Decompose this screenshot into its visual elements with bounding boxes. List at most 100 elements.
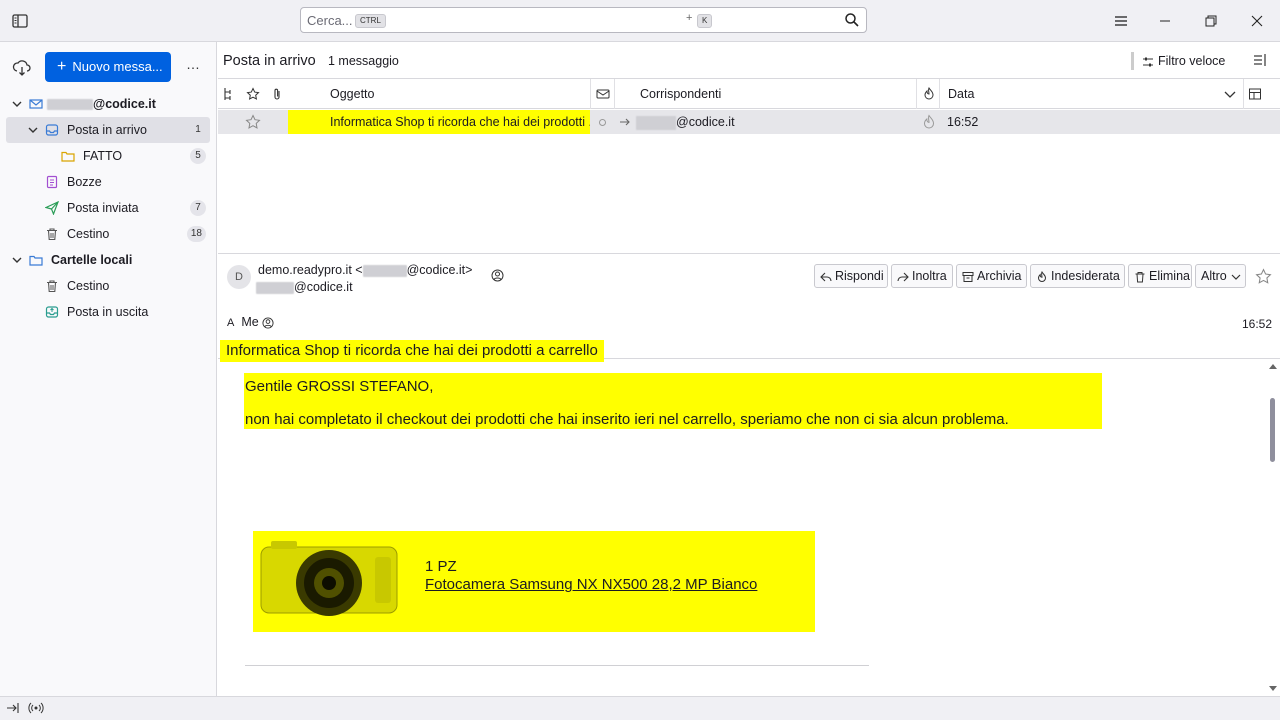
product-link[interactable]: Fotocamera Samsung NX NX500 28,2 MP Bian… [425,576,757,593]
get-messages-icon[interactable] [12,58,32,78]
folder-label: Cestino [67,227,110,241]
search-placeholder: Cerca... [307,13,353,28]
divider [245,665,869,666]
table-row[interactable]: Informatica Shop ti ricorda che hai dei … [218,110,1280,134]
junk-icon[interactable] [921,114,937,130]
local-folders-item[interactable]: Cartelle locali [6,247,210,273]
attachment-column-icon[interactable] [270,87,284,101]
column-picker-icon[interactable] [1248,87,1262,101]
delete-label: Elimina [1149,269,1190,283]
junk-button[interactable]: Indesiderata [1030,264,1125,288]
redacted-text [636,115,676,130]
reply-button[interactable]: Rispondi [814,264,888,288]
sent-icon [45,201,59,215]
arrow-right-icon [620,118,630,126]
plus-icon: + [57,58,67,75]
quick-filter-button[interactable]: Filtro veloce [1131,52,1225,70]
scroll-down-icon[interactable] [1268,685,1278,693]
from-field[interactable]: demo.readypro.it < @codice.it> [258,263,472,277]
collapse-pane-icon[interactable] [6,701,20,715]
address-book-icon[interactable] [491,269,504,282]
folder-label: Posta in arrivo [67,123,147,137]
archive-button[interactable]: Archivia [956,264,1027,288]
camera-image[interactable] [259,537,399,623]
greeting-block: Gentile GROSSI STEFANO, non hai completa… [244,373,1102,429]
redacted-text [362,264,407,277]
thread-column-icon[interactable] [222,87,236,101]
recipients-field[interactable]: A Me [227,315,274,329]
filter-icon [1143,57,1153,67]
folder-drafts[interactable]: Bozze [6,169,210,195]
read-status-dot[interactable] [599,119,606,126]
online-status-icon[interactable] [28,701,44,715]
main-pane: Posta in arrivo 1 messaggio Filtro veloc… [218,42,1280,696]
chevron-down-icon[interactable] [27,124,39,136]
scrollbar[interactable] [1266,360,1280,696]
folder-label: Cartelle locali [51,253,133,267]
folder-sent[interactable]: Posta inviata 7 [6,195,210,221]
junk-status-column-icon[interactable] [922,87,936,101]
shortcut-key-k: K [697,14,713,28]
folder-inbox[interactable]: Posta in arrivo 1 [6,117,210,143]
sidebar-toggle-icon[interactable] [10,11,30,31]
more-options-button[interactable]: … [186,56,202,76]
delete-button[interactable]: Elimina [1128,264,1192,288]
new-message-button[interactable]: + Nuovo messa... [45,52,171,82]
redacted-text [256,281,294,294]
forward-label: Inoltra [912,269,947,283]
message-date: 16:52 [1241,317,1272,331]
star-column-icon[interactable] [246,87,260,101]
hamburger-menu-icon[interactable] [1111,11,1131,31]
read-status-column-icon[interactable] [596,87,610,101]
close-icon[interactable] [1247,11,1267,31]
search-icon[interactable] [844,12,860,28]
date-column-header[interactable]: Data [939,79,1244,109]
scrollbar-thumb[interactable] [1270,398,1275,462]
forward-button[interactable]: Inoltra [891,264,953,288]
subject-column-header[interactable]: Oggetto [288,79,591,109]
drafts-icon [46,175,58,189]
status-bar [0,696,1280,720]
folder-label: Cestino [67,279,110,293]
account-item[interactable]: @codice.it [6,91,210,117]
restore-icon[interactable] [1201,11,1221,31]
thread-pane-header: Posta in arrivo 1 messaggio Filtro veloc… [218,42,1280,79]
junk-icon [1037,270,1047,282]
local-folder-trash[interactable]: Cestino [6,273,210,299]
more-button[interactable]: Altro [1195,264,1246,288]
body-text: non hai completato il checkout dei prodo… [245,411,1009,428]
trash-icon [47,228,57,241]
search-input[interactable]: Cerca... CTRL + K [300,7,867,33]
folder-trash[interactable]: Cestino 18 [6,221,210,247]
chevron-down-icon[interactable] [11,98,23,110]
header-toggle-icon[interactable]: A [227,317,234,329]
folder-icon [29,255,43,266]
reply-icon [820,272,832,282]
shortcut-plus: + [686,12,693,24]
star-icon[interactable] [245,114,261,130]
more-label: Altro [1201,269,1227,283]
chevron-down-icon [1231,274,1241,280]
minimize-icon[interactable] [1155,11,1175,31]
list-layout-icon[interactable] [1252,52,1268,68]
correspondent-domain: @codice.it [676,115,735,129]
message-count: 5 [190,148,206,164]
title-bar: Cerca... CTRL + K [0,0,1280,42]
shortcut-key-ctrl: CTRL [355,14,386,28]
archive-icon [962,271,974,282]
junk-label: Indesiderata [1051,269,1120,283]
message-date: 16:52 [947,115,979,129]
folder-fatto[interactable]: FATTO 5 [6,143,210,169]
local-folder-outbox[interactable]: Posta in uscita [6,299,210,325]
correspondents-column-header[interactable]: Corrispondenti [614,79,917,109]
to-address: @codice.it [294,280,353,294]
chevron-down-icon[interactable] [11,254,23,266]
reply-label: Rispondi [835,269,884,283]
address-book-icon [262,317,274,329]
sort-chevron-down-icon[interactable] [1223,87,1237,101]
archive-label: Archivia [977,269,1022,283]
star-icon[interactable] [1255,268,1272,285]
scroll-up-icon[interactable] [1268,362,1278,370]
message-body: Gentile GROSSI STEFANO, non hai completa… [218,360,1280,696]
to-field[interactable]: @codice.it [256,280,353,294]
